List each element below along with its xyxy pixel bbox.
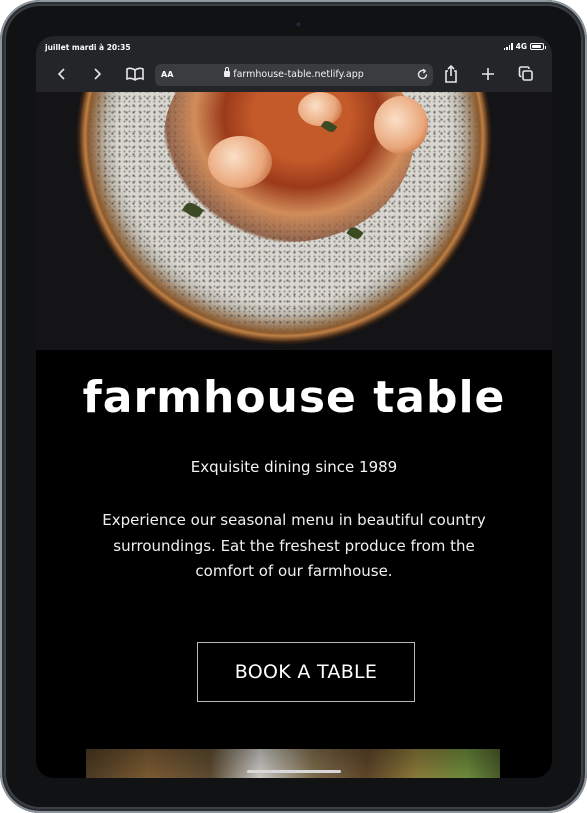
back-icon[interactable]: [52, 64, 72, 84]
hero-food-image: [36, 92, 552, 350]
url-text: farmhouse-table.netlify.app: [233, 69, 364, 80]
farmhouse-photo: [86, 749, 500, 778]
status-indicators: 4G: [503, 42, 546, 51]
network-label: 4G: [515, 42, 527, 51]
browser-toolbar: AA farmhouse-table.netlify.app: [36, 56, 552, 92]
bookmarks-icon[interactable]: [125, 64, 145, 84]
status-time: juillet mardi à 20:35: [45, 43, 131, 52]
screen: juillet mardi à 20:35 4G AA farmhouse-ta…: [36, 36, 552, 778]
page-title: farmhouse table: [82, 372, 506, 423]
tagline: Exquisite dining since 1989: [190, 458, 398, 476]
lock-icon: [224, 67, 231, 77]
home-indicator[interactable]: [247, 770, 341, 773]
shrimp: [208, 136, 272, 188]
shrimp: [298, 92, 342, 126]
address-bar[interactable]: AA farmhouse-table.netlify.app: [155, 64, 433, 86]
book-table-button[interactable]: BOOK A TABLE: [197, 642, 415, 702]
main-content: farmhouse table Exquisite dining since 1…: [36, 350, 552, 778]
battery-icon: [530, 43, 546, 50]
description: Experience our seasonal menu in beautifu…: [102, 511, 486, 580]
signal-icon: [503, 43, 513, 50]
book-table-label: BOOK A TABLE: [234, 661, 378, 683]
reload-icon[interactable]: [416, 68, 429, 84]
tabs-icon[interactable]: [516, 64, 536, 84]
new-tab-icon[interactable]: [478, 64, 498, 84]
shrimp: [374, 96, 428, 154]
url-display[interactable]: farmhouse-table.netlify.app: [155, 67, 433, 80]
share-icon[interactable]: [441, 64, 461, 84]
forward-icon[interactable]: [87, 64, 107, 84]
camera: [296, 22, 301, 27]
status-bar: juillet mardi à 20:35 4G: [36, 36, 552, 56]
